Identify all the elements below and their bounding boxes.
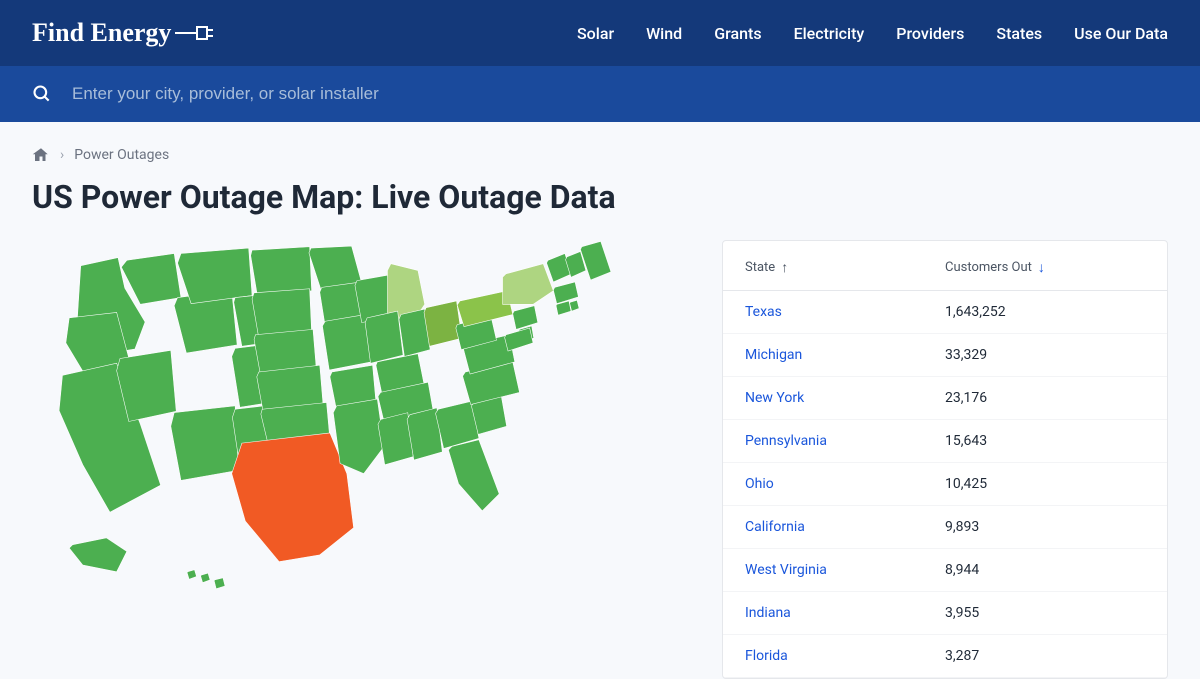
state-hi1 bbox=[187, 570, 196, 579]
table-row: Michigan33,329 bbox=[723, 334, 1167, 377]
logo[interactable]: Find Energy bbox=[32, 18, 215, 48]
state-mo bbox=[322, 314, 371, 370]
state-hi2 bbox=[201, 573, 210, 582]
state-link[interactable]: Ohio bbox=[745, 476, 945, 492]
outage-table: State ↑ Customers Out ↓ Texas1,643,252 M… bbox=[722, 240, 1168, 679]
nav-grants[interactable]: Grants bbox=[714, 24, 761, 43]
state-md bbox=[505, 328, 533, 351]
column-label-state: State bbox=[745, 260, 775, 275]
nav-wind[interactable]: Wind bbox=[646, 24, 682, 43]
nav-use-data[interactable]: Use Our Data bbox=[1074, 24, 1168, 43]
customers-value: 9,893 bbox=[945, 519, 1145, 535]
state-ma bbox=[553, 282, 578, 304]
state-link[interactable]: Texas bbox=[745, 304, 945, 320]
state-mt bbox=[178, 248, 252, 304]
table-row: California9,893 bbox=[723, 506, 1167, 549]
column-label-customers: Customers Out bbox=[945, 260, 1032, 275]
table-row: Indiana3,955 bbox=[723, 592, 1167, 635]
state-id bbox=[121, 254, 181, 305]
state-link[interactable]: Indiana bbox=[745, 605, 945, 621]
nav-electricity[interactable]: Electricity bbox=[794, 24, 865, 43]
nav-providers[interactable]: Providers bbox=[896, 24, 964, 43]
state-ak bbox=[69, 538, 127, 572]
state-ri bbox=[570, 300, 579, 311]
customers-value: 15,643 bbox=[945, 433, 1145, 449]
home-icon[interactable] bbox=[32, 146, 50, 164]
state-ny bbox=[503, 264, 554, 305]
main-header: Find Energy Solar Wind Grants Electricit… bbox=[0, 0, 1200, 66]
customers-value: 8,944 bbox=[945, 562, 1145, 578]
state-link[interactable]: Florida bbox=[745, 648, 945, 664]
customers-value: 3,955 bbox=[945, 605, 1145, 621]
table-row: Texas1,643,252 bbox=[723, 291, 1167, 334]
us-map-svg bbox=[32, 240, 682, 646]
state-nd bbox=[251, 247, 312, 296]
main-content: State ↑ Customers Out ↓ Texas1,643,252 M… bbox=[0, 240, 1200, 679]
breadcrumb-separator: › bbox=[60, 147, 64, 163]
breadcrumb-current: Power Outages bbox=[74, 147, 169, 163]
nav-solar[interactable]: Solar bbox=[577, 24, 614, 43]
logo-text: Find Energy bbox=[32, 18, 171, 48]
main-nav: Solar Wind Grants Electricity Providers … bbox=[577, 24, 1168, 43]
state-il bbox=[365, 311, 403, 363]
customers-value: 23,176 bbox=[945, 390, 1145, 406]
state-hi3 bbox=[214, 578, 225, 589]
state-la bbox=[333, 399, 384, 473]
state-tx bbox=[232, 433, 354, 562]
search-input[interactable] bbox=[72, 84, 1168, 104]
table-row: New York23,176 bbox=[723, 377, 1167, 420]
search-icon bbox=[32, 84, 52, 104]
customers-value: 3,287 bbox=[945, 648, 1145, 664]
us-map[interactable] bbox=[32, 240, 682, 679]
state-nj bbox=[513, 306, 538, 330]
sort-up-icon: ↑ bbox=[781, 259, 788, 276]
column-header-customers[interactable]: Customers Out ↓ bbox=[945, 259, 1145, 276]
state-link[interactable]: Pennsylvania bbox=[745, 433, 945, 449]
customers-value: 10,425 bbox=[945, 476, 1145, 492]
state-link[interactable]: Michigan bbox=[745, 347, 945, 363]
state-oh bbox=[424, 301, 462, 346]
table-row: Florida3,287 bbox=[723, 635, 1167, 678]
breadcrumb: › Power Outages bbox=[0, 122, 1200, 178]
page-title: US Power Outage Map: Live Outage Data bbox=[0, 178, 1200, 240]
column-header-state[interactable]: State ↑ bbox=[745, 259, 945, 276]
table-row: Ohio10,425 bbox=[723, 463, 1167, 506]
sort-down-icon: ↓ bbox=[1038, 259, 1045, 276]
state-link[interactable]: West Virginia bbox=[745, 562, 945, 578]
table-header: State ↑ Customers Out ↓ bbox=[723, 241, 1167, 291]
search-bar bbox=[0, 66, 1200, 122]
state-fl bbox=[448, 440, 499, 511]
state-me bbox=[580, 241, 610, 280]
customers-value: 1,643,252 bbox=[945, 304, 1145, 320]
table-row: Pennsylvania15,643 bbox=[723, 420, 1167, 463]
state-az bbox=[171, 406, 239, 480]
customers-value: 33,329 bbox=[945, 347, 1145, 363]
plug-icon bbox=[175, 22, 215, 44]
state-link[interactable]: New York bbox=[745, 390, 945, 406]
nav-states[interactable]: States bbox=[996, 24, 1042, 43]
state-link[interactable]: California bbox=[745, 519, 945, 535]
table-row: West Virginia8,944 bbox=[723, 549, 1167, 592]
